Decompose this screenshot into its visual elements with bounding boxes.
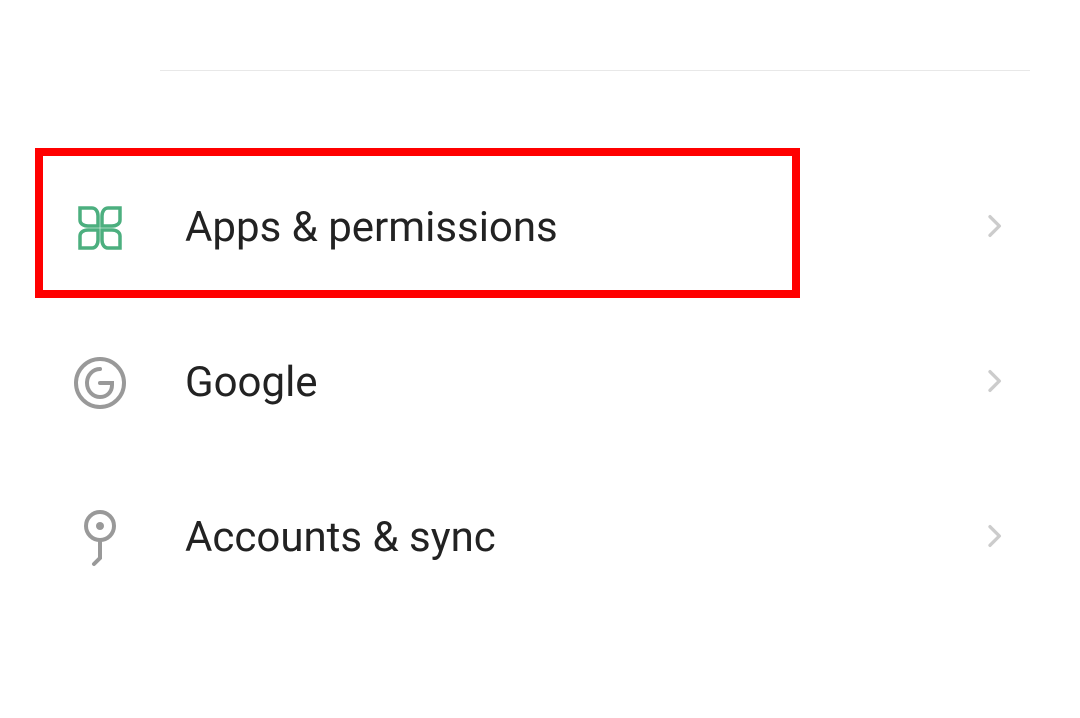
chevron-right-icon — [978, 210, 1010, 246]
apps-permissions-icon — [70, 198, 130, 258]
divider — [160, 70, 1030, 71]
chevron-right-icon — [978, 520, 1010, 556]
settings-item-label: Apps & permissions — [185, 203, 978, 252]
settings-item-label: Google — [185, 358, 978, 407]
google-icon — [70, 353, 130, 413]
settings-item-apps-permissions[interactable]: Apps & permissions — [0, 150, 1080, 305]
settings-item-google[interactable]: Google — [0, 305, 1080, 460]
settings-item-accounts-sync[interactable]: Accounts & sync — [0, 460, 1080, 615]
key-icon — [70, 508, 130, 568]
chevron-right-icon — [978, 365, 1010, 401]
settings-item-label: Accounts & sync — [185, 513, 978, 562]
settings-list: Apps & permissions Google — [0, 150, 1080, 615]
